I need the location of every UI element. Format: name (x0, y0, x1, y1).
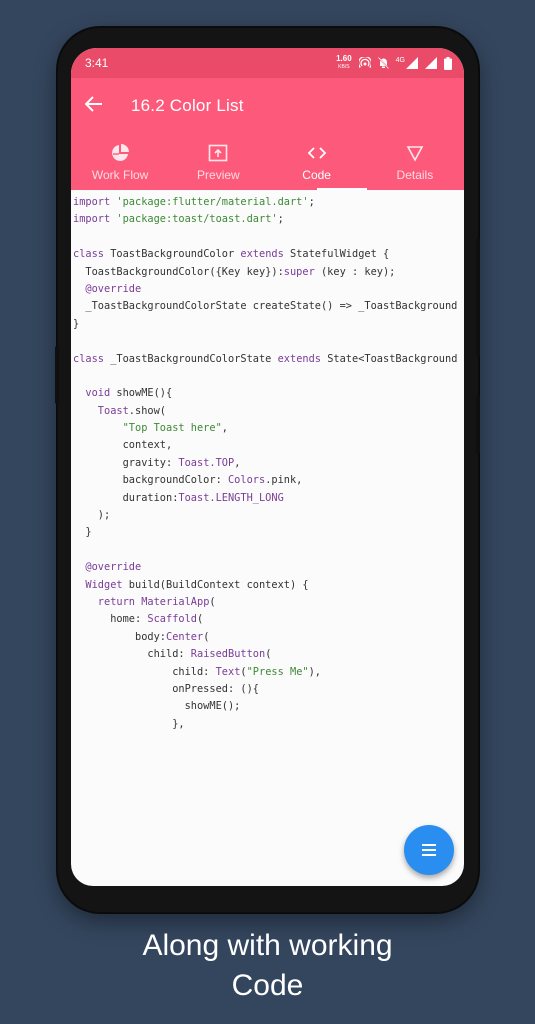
code-line: } (73, 526, 92, 539)
code-line: backgroundColor: Colors.pink, (73, 474, 303, 487)
code-line: void showME(){ (73, 387, 173, 400)
code-line: @override (73, 282, 142, 295)
code-line: class _ToastBackgroundColorState extends… (73, 352, 458, 365)
code-line: home: Scaffold( (73, 613, 204, 626)
tab-code[interactable]: Code (268, 134, 366, 190)
tab-label: Details (396, 167, 434, 182)
code-line: ToastBackgroundColor({Key key}):super (k… (73, 265, 396, 278)
code-line: @override (73, 561, 142, 574)
status-bar: 3:41 1.60 KB/S 4G (71, 48, 464, 78)
tab-label: Preview (197, 167, 240, 182)
code-line: Toast.show( (73, 404, 166, 417)
status-time: 3:41 (85, 56, 109, 70)
code-line: onPressed: (){ (73, 682, 259, 695)
promo-caption: Along with working Code (0, 926, 535, 1006)
signal-2-icon (425, 57, 437, 69)
pie-chart-icon (112, 143, 130, 161)
power-button (476, 238, 480, 356)
signal-icon (406, 57, 418, 69)
tab-label: Code (302, 167, 331, 182)
code-line: } (73, 317, 80, 330)
code-line: Widget build(BuildContext context) { (73, 578, 309, 591)
tab-bar: Work Flow Preview Code Details (71, 134, 464, 190)
preview-icon (209, 144, 228, 161)
menu-fab-button[interactable] (404, 825, 454, 875)
back-arrow-icon[interactable] (84, 95, 131, 118)
code-line: gravity: Toast.TOP, (73, 456, 241, 469)
code-line: child: Text("Press Me"), (73, 665, 322, 678)
battery-icon (444, 56, 452, 70)
page-title: 16.2 Color List (131, 96, 244, 115)
caption-line-1: Along with working (142, 929, 393, 962)
net-speed: 1.60 KB/S (336, 54, 352, 71)
menu-icon (422, 844, 436, 856)
code-line: duration:Toast.LENGTH_LONG (73, 491, 284, 504)
tab-work-flow[interactable]: Work Flow (71, 134, 169, 190)
code-line: import 'package:toast/toast.dart'; (73, 213, 284, 226)
code-line: showME(); (73, 700, 241, 713)
tab-label: Work Flow (91, 167, 149, 182)
code-icon (307, 146, 326, 159)
volume-button (476, 396, 480, 454)
hotspot-icon (358, 57, 371, 68)
code-line: body:Center( (73, 630, 210, 643)
triangle-icon (406, 145, 424, 162)
side-key (55, 346, 59, 404)
phone-screen: 3:41 1.60 KB/S 4G 16.2 Color List Work F… (71, 48, 464, 886)
code-line: "Top Toast here", (73, 422, 228, 435)
code-line: return MaterialApp( (73, 595, 216, 608)
network-type: 4G (395, 56, 405, 64)
caption-line-2: Code (231, 969, 304, 1002)
mute-bell-icon (377, 57, 389, 69)
tab-details[interactable]: Details (366, 134, 464, 190)
code-line: _ToastBackgroundColorState createState()… (73, 300, 458, 313)
status-icons: 1.60 KB/S 4G (336, 55, 452, 71)
code-line: child: RaisedButton( (73, 648, 272, 661)
code-line: import 'package:flutter/material.dart'; (73, 196, 321, 208)
code-line: class ToastBackgroundColor extends State… (73, 248, 390, 261)
code-line: ); (73, 509, 111, 522)
code-view: import 'package:flutter/material.dart'; … (71, 190, 464, 734)
tab-preview[interactable]: Preview (169, 134, 267, 190)
code-line: }, (73, 717, 185, 730)
app-bar: 16.2 Color List (71, 78, 464, 134)
code-line: context, (73, 439, 173, 452)
